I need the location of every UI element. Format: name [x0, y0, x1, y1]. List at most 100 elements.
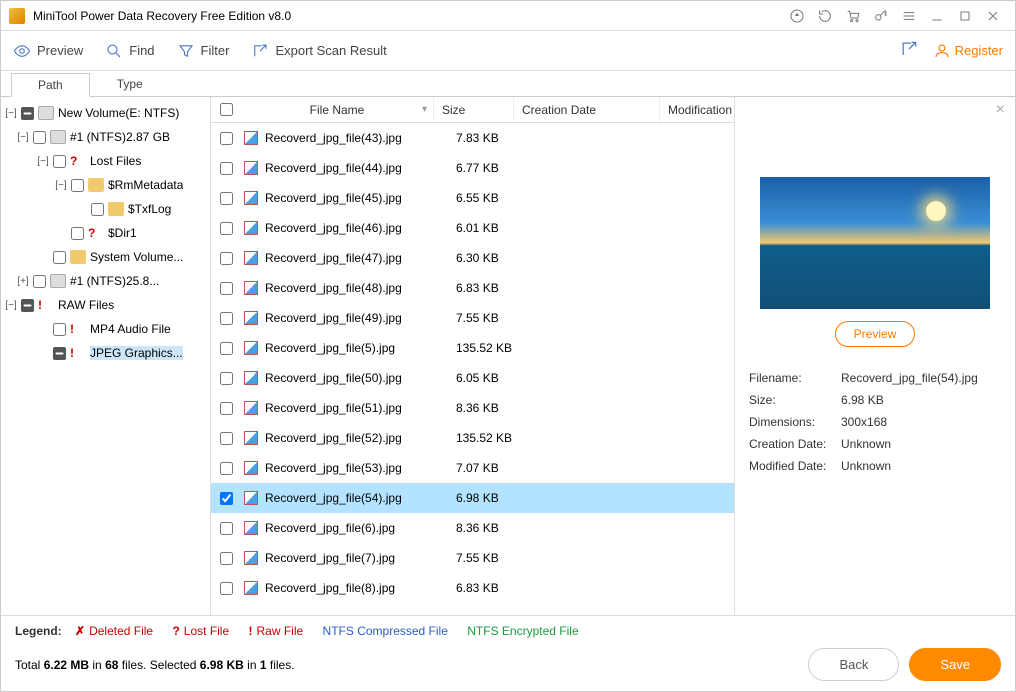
key-icon[interactable]	[867, 2, 895, 30]
tree-toggle-icon[interactable]: [−]	[5, 107, 17, 119]
file-row[interactable]: Recoverd_jpg_file(44).jpg6.77 KB	[211, 153, 734, 183]
row-checkbox[interactable]	[220, 522, 233, 535]
row-checkbox[interactable]	[220, 342, 233, 355]
tree-node[interactable]: [−]?Lost Files	[3, 149, 208, 173]
maximize-button[interactable]	[951, 2, 979, 30]
refresh-icon[interactable]	[811, 2, 839, 30]
tree-checkbox[interactable]	[21, 107, 34, 120]
row-checkbox[interactable]	[220, 372, 233, 385]
tree-checkbox[interactable]	[21, 299, 34, 312]
file-row[interactable]: Recoverd_jpg_file(43).jpg7.83 KB	[211, 123, 734, 153]
col-modification[interactable]: Modification	[660, 97, 734, 122]
tree-toggle-icon[interactable]: [−]	[17, 131, 29, 143]
file-row[interactable]: Recoverd_jpg_file(52).jpg135.52 KB	[211, 423, 734, 453]
row-checkbox[interactable]	[220, 432, 233, 445]
row-checkbox[interactable]	[220, 252, 233, 265]
tree-toggle-icon[interactable]	[37, 347, 49, 359]
file-row[interactable]: Recoverd_jpg_file(51).jpg8.36 KB	[211, 393, 734, 423]
find-tool[interactable]: Find	[105, 42, 154, 60]
file-row[interactable]: Recoverd_jpg_file(47).jpg6.30 KB	[211, 243, 734, 273]
file-row[interactable]: Recoverd_jpg_file(54).jpg6.98 KB	[211, 483, 734, 513]
col-filename[interactable]: File Name▾	[241, 97, 434, 122]
tree-node[interactable]: $TxfLog	[3, 197, 208, 221]
tab-path[interactable]: Path	[11, 73, 90, 97]
file-rows[interactable]: Recoverd_jpg_file(43).jpg7.83 KBRecoverd…	[211, 123, 734, 615]
save-button[interactable]: Save	[909, 648, 1001, 681]
row-checkbox[interactable]	[220, 402, 233, 415]
tree-node[interactable]: [+]#1 (NTFS)25.8...	[3, 269, 208, 293]
upgrade-icon[interactable]	[783, 2, 811, 30]
file-row[interactable]: Recoverd_jpg_file(46).jpg6.01 KB	[211, 213, 734, 243]
tree-toggle-icon[interactable]	[55, 227, 67, 239]
row-checkbox[interactable]	[220, 552, 233, 565]
tree-toggle-icon[interactable]	[37, 251, 49, 263]
tab-type[interactable]: Type	[90, 72, 170, 96]
file-row[interactable]: Recoverd_jpg_file(5).jpg135.52 KB	[211, 333, 734, 363]
tree-toggle-icon[interactable]: [−]	[55, 179, 67, 191]
tree-node[interactable]: ?$Dir1	[3, 221, 208, 245]
row-size: 135.52 KB	[448, 341, 528, 355]
col-creation-date[interactable]: Creation Date	[514, 97, 660, 122]
tree-toggle-icon[interactable]: [−]	[37, 155, 49, 167]
tree-checkbox[interactable]	[71, 179, 84, 192]
app-logo-icon	[9, 8, 25, 24]
tree-checkbox[interactable]	[91, 203, 104, 216]
tree-checkbox[interactable]	[53, 323, 66, 336]
tree-checkbox[interactable]	[33, 131, 46, 144]
raw-icon: !	[38, 298, 54, 312]
row-checkbox[interactable]	[220, 582, 233, 595]
tree-checkbox[interactable]	[53, 347, 66, 360]
tree-toggle-icon[interactable]: [+]	[17, 275, 29, 287]
close-button[interactable]	[979, 2, 1007, 30]
filter-tool[interactable]: Filter	[177, 42, 230, 60]
row-checkbox[interactable]	[220, 312, 233, 325]
cart-icon[interactable]	[839, 2, 867, 30]
preview-button[interactable]: Preview	[835, 321, 916, 347]
tree-node[interactable]: !MP4 Audio File	[3, 317, 208, 341]
tree-checkbox[interactable]	[53, 155, 66, 168]
minimize-button[interactable]	[923, 2, 951, 30]
tree-node[interactable]: [−]New Volume(E: NTFS)	[3, 101, 208, 125]
file-row[interactable]: Recoverd_jpg_file(48).jpg6.83 KB	[211, 273, 734, 303]
row-size: 6.30 KB	[448, 251, 528, 265]
file-row[interactable]: Recoverd_jpg_file(6).jpg8.36 KB	[211, 513, 734, 543]
file-row[interactable]: Recoverd_jpg_file(53).jpg7.07 KB	[211, 453, 734, 483]
tree-checkbox[interactable]	[33, 275, 46, 288]
row-checkbox[interactable]	[220, 492, 233, 505]
row-checkbox[interactable]	[220, 462, 233, 475]
tree-toggle-icon[interactable]: [−]	[5, 299, 17, 311]
tree-node[interactable]: !JPEG Graphics...	[3, 341, 208, 365]
tree-checkbox[interactable]	[71, 227, 84, 240]
tree-node[interactable]: [−]$RmMetadata	[3, 173, 208, 197]
preview-close-icon[interactable]: ×	[996, 101, 1005, 119]
tree-checkbox[interactable]	[53, 251, 66, 264]
tree-node[interactable]: [−]#1 (NTFS)2.87 GB	[3, 125, 208, 149]
row-size: 6.55 KB	[448, 191, 528, 205]
tree-label: RAW Files	[58, 298, 114, 312]
row-checkbox[interactable]	[220, 132, 233, 145]
row-checkbox[interactable]	[220, 222, 233, 235]
col-size[interactable]: Size	[434, 97, 514, 122]
row-checkbox[interactable]	[220, 162, 233, 175]
export-tool[interactable]: Export Scan Result	[251, 42, 386, 60]
file-row[interactable]: Recoverd_jpg_file(45).jpg6.55 KB	[211, 183, 734, 213]
menu-icon[interactable]	[895, 2, 923, 30]
tree-toggle-icon[interactable]	[37, 323, 49, 335]
register-button[interactable]: Register	[933, 42, 1003, 60]
tree-toggle-icon[interactable]	[75, 203, 87, 215]
file-row[interactable]: Recoverd_jpg_file(49).jpg7.55 KB	[211, 303, 734, 333]
file-row[interactable]: Recoverd_jpg_file(7).jpg7.55 KB	[211, 543, 734, 573]
back-button[interactable]: Back	[808, 648, 899, 681]
disk-icon	[38, 106, 54, 120]
row-checkbox[interactable]	[220, 282, 233, 295]
file-row[interactable]: Recoverd_jpg_file(50).jpg6.05 KB	[211, 363, 734, 393]
preview-tool[interactable]: Preview	[13, 42, 83, 60]
export-right-icon[interactable]	[899, 39, 919, 62]
file-row[interactable]: Recoverd_jpg_file(8).jpg6.83 KB	[211, 573, 734, 603]
tree-node[interactable]: System Volume...	[3, 245, 208, 269]
tree-node[interactable]: [−]! RAW Files	[3, 293, 208, 317]
jpg-icon	[244, 311, 258, 325]
jpg-icon	[244, 461, 258, 475]
row-checkbox[interactable]	[220, 192, 233, 205]
header-checkbox[interactable]	[211, 97, 241, 122]
